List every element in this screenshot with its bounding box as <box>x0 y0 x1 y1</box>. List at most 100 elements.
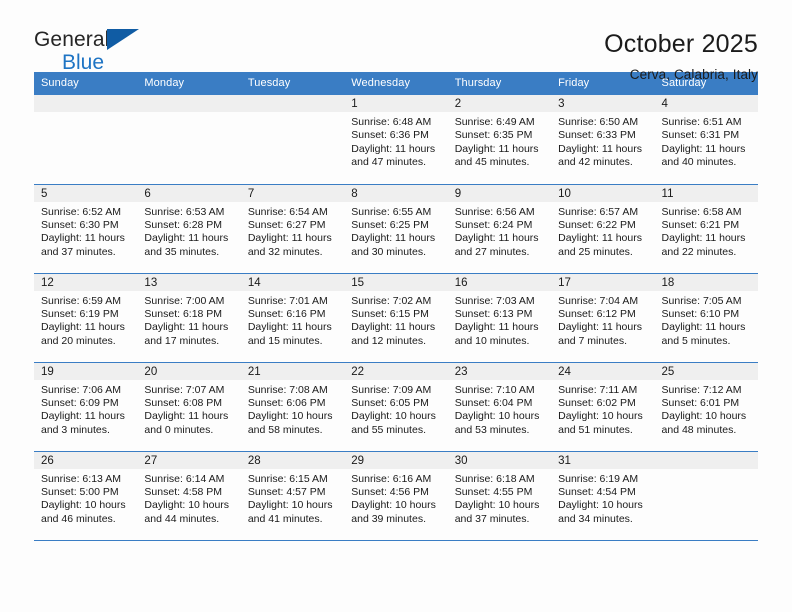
day-details: Sunrise: 6:19 AM Sunset: 4:54 PM Daylight:… <box>551 469 654 527</box>
sunset-text: Sunset: 6:10 PM <box>661 307 740 320</box>
calendar-day-cell[interactable]: 18 Sunrise: 7:05 AM Sunset: 6:10 PM Dayligh… <box>654 273 758 363</box>
day-cell-inner: 26 Sunrise: 6:13 AM Sunset: 5:00 PM Dayligh… <box>34 451 138 540</box>
daylight-text-line2: and 12 minutes. <box>351 334 426 347</box>
calendar-day-cell[interactable]: 30 Sunrise: 6:18 AM Sunset: 4:55 PM Dayligh… <box>447 451 552 541</box>
sunrise-text: Sunrise: 6:58 AM <box>661 205 742 218</box>
calendar-day-cell[interactable]: 4 Sunrise: 6:51 AM Sunset: 6:31 PM Daylight… <box>654 95 758 185</box>
daylight-text-line2: and 45 minutes. <box>454 156 530 169</box>
calendar-day-cell[interactable]: 25 Sunrise: 7:12 AM Sunset: 6:01 PM Dayligh… <box>654 362 758 452</box>
calendar-day-cell-empty <box>137 95 241 185</box>
page-header: General Blue October 2025 Cerva, Calabri… <box>34 0 758 82</box>
day-cell-inner: 18 Sunrise: 7:05 AM Sunset: 6:10 PM Dayligh… <box>654 273 758 362</box>
calendar-day-cell[interactable]: 13 Sunrise: 7:00 AM Sunset: 6:18 PM Dayligh… <box>137 273 241 363</box>
daylight-text-line1: Daylight: 10 hours <box>247 410 333 423</box>
calendar-day-cell[interactable]: 17 Sunrise: 7:04 AM Sunset: 6:12 PM Dayligh… <box>551 273 655 363</box>
calendar-week-row: 19 Sunrise: 7:06 AM Sunset: 6:09 PM Dayligh… <box>34 362 758 452</box>
day-number: 6 <box>137 184 241 202</box>
calendar-day-cell[interactable]: 15 Sunrise: 7:02 AM Sunset: 6:15 PM Dayligh… <box>344 273 448 363</box>
calendar-day-cell-empty <box>34 95 138 185</box>
calendar-day-cell[interactable]: 3 Sunrise: 6:50 AM Sunset: 6:33 PM Daylight… <box>551 95 655 185</box>
calendar-day-cell[interactable]: 5 Sunrise: 6:52 AM Sunset: 6:30 PM Daylight… <box>34 184 138 274</box>
sunset-text: Sunset: 5:00 PM <box>41 485 119 498</box>
calendar-day-cell[interactable]: 19 Sunrise: 7:06 AM Sunset: 6:09 PM Dayligh… <box>34 362 138 452</box>
calendar-day-cell[interactable]: 12 Sunrise: 6:59 AM Sunset: 6:19 PM Dayligh… <box>34 273 138 363</box>
calendar-day-cell[interactable]: 21 Sunrise: 7:08 AM Sunset: 6:06 PM Dayligh… <box>240 362 345 452</box>
day-cell-inner: 14 Sunrise: 7:01 AM Sunset: 6:16 PM Dayligh… <box>240 273 345 362</box>
calendar-day-cell[interactable]: 14 Sunrise: 7:01 AM Sunset: 6:16 PM Dayligh… <box>240 273 345 363</box>
day-number: 7 <box>240 184 345 202</box>
sunrise-text: Sunrise: 6:54 AM <box>247 205 328 218</box>
calendar-day-cell-empty <box>654 451 758 541</box>
day-cell-inner: 2 Sunrise: 6:49 AM Sunset: 6:35 PM Daylight… <box>447 95 552 184</box>
sunset-text: Sunset: 6:24 PM <box>454 218 533 231</box>
daylight-text-line2: and 17 minutes. <box>144 334 220 347</box>
daylight-text-line1: Daylight: 11 hours <box>351 142 436 155</box>
sunrise-text: Sunrise: 6:56 AM <box>454 205 535 218</box>
daylight-text-line1: Daylight: 11 hours <box>144 410 229 423</box>
calendar-day-cell-empty <box>240 95 345 185</box>
daylight-text-line2: and 3 minutes. <box>41 423 110 436</box>
calendar-day-cell[interactable]: 11 Sunrise: 6:58 AM Sunset: 6:21 PM Dayligh… <box>654 184 758 274</box>
calendar-day-cell[interactable]: 27 Sunrise: 6:14 AM Sunset: 4:58 PM Dayligh… <box>137 451 241 541</box>
day-number: 22 <box>344 362 448 380</box>
day-details: Sunrise: 6:52 AM Sunset: 6:30 PM Daylight:… <box>34 202 137 260</box>
calendar-day-cell[interactable]: 7 Sunrise: 6:54 AM Sunset: 6:27 PM Daylight… <box>240 184 345 274</box>
calendar-day-cell[interactable]: 31 Sunrise: 6:19 AM Sunset: 4:54 PM Dayligh… <box>551 451 655 541</box>
sunrise-text: Sunrise: 6:50 AM <box>558 116 639 128</box>
sunset-text: Sunset: 6:22 PM <box>558 218 636 231</box>
daylight-text-line1: Daylight: 11 hours <box>454 321 539 334</box>
day-number: 3 <box>551 95 655 112</box>
day-details: Sunrise: 7:08 AM Sunset: 6:06 PM Daylight:… <box>241 380 344 438</box>
calendar-day-cell[interactable]: 8 Sunrise: 6:55 AM Sunset: 6:25 PM Daylight… <box>344 184 448 274</box>
day-cell-inner: 31 Sunrise: 6:19 AM Sunset: 4:54 PM Dayligh… <box>551 451 655 540</box>
calendar-body: 1 Sunrise: 6:48 AM Sunset: 6:36 PM Daylight… <box>34 95 758 541</box>
sunrise-text: Sunrise: 6:51 AM <box>661 116 742 128</box>
daylight-text-line1: Daylight: 11 hours <box>558 142 642 155</box>
daylight-text-line2: and 58 minutes. <box>247 423 323 436</box>
calendar-day-cell[interactable]: 28 Sunrise: 6:15 AM Sunset: 4:57 PM Dayligh… <box>240 451 345 541</box>
day-details: Sunrise: 7:11 AM Sunset: 6:02 PM Daylight:… <box>551 380 654 438</box>
sunset-text: Sunset: 6:08 PM <box>144 396 223 409</box>
day-cell-inner: 11 Sunrise: 6:58 AM Sunset: 6:21 PM Dayligh… <box>654 184 758 273</box>
day-details: Sunrise: 7:03 AM Sunset: 6:13 PM Daylight:… <box>448 291 551 349</box>
day-number: 14 <box>240 273 345 291</box>
sunset-text: Sunset: 6:12 PM <box>558 307 636 320</box>
daylight-text-line2: and 10 minutes. <box>454 334 530 347</box>
day-details: Sunrise: 6:14 AM Sunset: 4:58 PM Daylight:… <box>137 469 240 527</box>
sunrise-text: Sunrise: 6:53 AM <box>144 205 225 218</box>
calendar-day-cell[interactable]: 2 Sunrise: 6:49 AM Sunset: 6:35 PM Daylight… <box>447 95 552 185</box>
daylight-text-line1: Daylight: 10 hours <box>558 499 643 512</box>
day-number: 16 <box>447 273 552 291</box>
calendar-day-cell[interactable]: 22 Sunrise: 7:09 AM Sunset: 6:05 PM Dayligh… <box>344 362 448 452</box>
calendar-day-cell[interactable]: 23 Sunrise: 7:10 AM Sunset: 6:04 PM Dayligh… <box>447 362 552 452</box>
day-details: Sunrise: 7:04 AM Sunset: 6:12 PM Daylight:… <box>551 291 654 349</box>
day-number: 30 <box>447 451 552 469</box>
daylight-text-line2: and 35 minutes. <box>144 245 220 258</box>
sunrise-text: Sunrise: 6:16 AM <box>351 472 432 485</box>
day-cell-inner: 29 Sunrise: 6:16 AM Sunset: 4:56 PM Dayligh… <box>344 451 448 540</box>
calendar-day-cell[interactable]: 6 Sunrise: 6:53 AM Sunset: 6:28 PM Daylight… <box>137 184 241 274</box>
daylight-text-line2: and 55 minutes. <box>351 423 426 436</box>
day-details: Sunrise: 6:18 AM Sunset: 4:55 PM Daylight:… <box>448 469 551 527</box>
daylight-text-line2: and 41 minutes. <box>247 512 323 525</box>
brand-logo[interactable]: General Blue <box>34 28 154 80</box>
day-cell-inner <box>137 95 241 184</box>
calendar-day-cell[interactable]: 1 Sunrise: 6:48 AM Sunset: 6:36 PM Daylight… <box>344 95 448 185</box>
daylight-text-line2: and 30 minutes. <box>351 245 426 258</box>
calendar-day-cell[interactable]: 9 Sunrise: 6:56 AM Sunset: 6:24 PM Daylight… <box>447 184 552 274</box>
calendar-day-cell[interactable]: 24 Sunrise: 7:11 AM Sunset: 6:02 PM Dayligh… <box>551 362 655 452</box>
calendar-day-cell[interactable]: 16 Sunrise: 7:03 AM Sunset: 6:13 PM Dayligh… <box>447 273 552 363</box>
sunset-text: Sunset: 6:21 PM <box>661 218 740 231</box>
calendar-day-cell[interactable]: 20 Sunrise: 7:07 AM Sunset: 6:08 PM Dayligh… <box>137 362 241 452</box>
day-cell-inner: 4 Sunrise: 6:51 AM Sunset: 6:31 PM Daylight… <box>654 95 758 184</box>
calendar-day-cell[interactable]: 26 Sunrise: 6:13 AM Sunset: 5:00 PM Dayligh… <box>34 451 138 541</box>
day-number <box>34 95 138 112</box>
day-number: 25 <box>654 362 758 380</box>
daylight-text-line1: Daylight: 10 hours <box>351 499 436 512</box>
calendar-day-cell[interactable]: 29 Sunrise: 6:16 AM Sunset: 4:56 PM Dayligh… <box>344 451 448 541</box>
day-details: Sunrise: 6:16 AM Sunset: 4:56 PM Daylight:… <box>344 469 447 527</box>
calendar-day-cell[interactable]: 10 Sunrise: 6:57 AM Sunset: 6:22 PM Dayligh… <box>551 184 655 274</box>
sunset-text: Sunset: 6:25 PM <box>351 218 429 231</box>
daylight-text-line2: and 22 minutes. <box>661 245 737 258</box>
sunrise-text: Sunrise: 6:14 AM <box>144 472 225 485</box>
